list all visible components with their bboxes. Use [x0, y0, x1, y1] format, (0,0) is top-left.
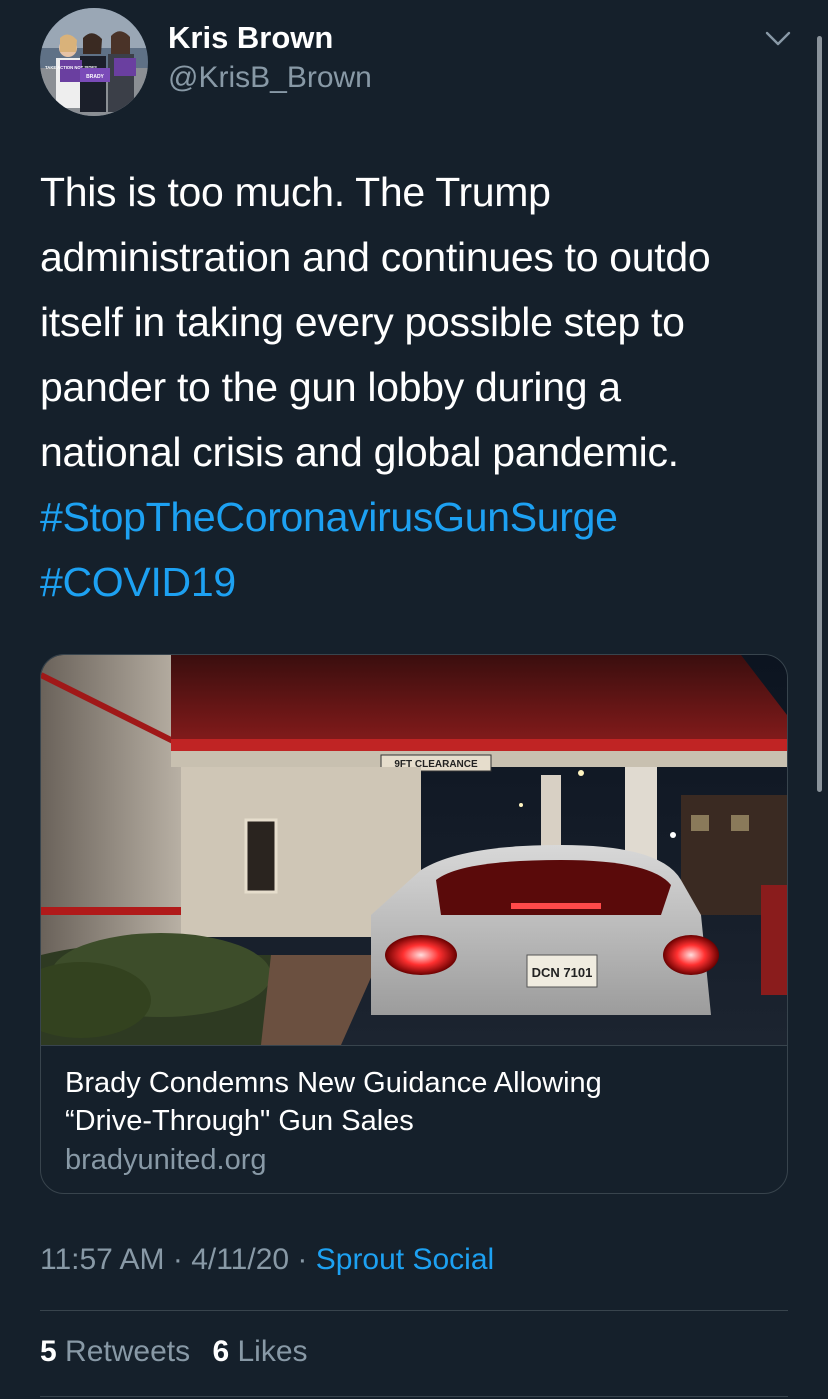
avatar[interactable]: TAKE ACTION NOT SIDES BRADY [40, 8, 148, 116]
card-image-plate: DCN 7101 [532, 965, 593, 980]
tweet-text: This is too much. The Trump administrati… [40, 160, 790, 615]
divider [40, 1310, 788, 1311]
meta-separator: · [164, 1243, 192, 1276]
tweet-stats: 5 Retweets 6 Likes [40, 1335, 322, 1369]
divider [40, 1396, 788, 1397]
tweet-source-link[interactable]: Sprout Social [316, 1243, 494, 1276]
likes-stat[interactable]: 6 Likes [212, 1335, 307, 1368]
tweet-text-line: pander to the gun lobby during a [40, 364, 621, 410]
hashtag-link[interactable]: #StopTheCoronavirusGunSurge [40, 485, 790, 550]
retweets-count: 5 [40, 1335, 57, 1368]
tweet-text-line: administration and continues to outdo [40, 234, 711, 280]
chevron-down-icon[interactable] [762, 24, 794, 52]
card-body: Brady Condemns New Guidance Allowing “Dr… [41, 1045, 787, 1179]
user-handle[interactable]: @KrisB_Brown [168, 61, 372, 95]
tweet-text-line: itself in taking every possible step to [40, 299, 685, 345]
card-title-line: “Drive-Through" Gun Sales [65, 1105, 414, 1137]
scrollbar[interactable] [817, 36, 822, 792]
avatar-photo: TAKE ACTION NOT SIDES BRADY [40, 8, 148, 116]
tweet-time[interactable]: 11:57 AM [40, 1243, 165, 1276]
card-title-line: Brady Condemns New Guidance Allowing [65, 1067, 602, 1099]
tweet-detail: TAKE ACTION NOT SIDES BRADY Kris Brown @… [0, 0, 828, 1399]
card-image: 9FT CLEARANCE DCN 7101 [41, 655, 787, 1045]
retweets-label: Retweets [65, 1335, 191, 1368]
card-title: Brady Condemns New Guidance Allowing “Dr… [65, 1064, 763, 1140]
retweets-stat[interactable]: 5 Retweets [40, 1335, 190, 1368]
tweet-meta: 11:57 AM · 4/11/20 · Sprout Social [40, 1243, 494, 1277]
tweet-date[interactable]: 4/11/20 [191, 1243, 289, 1276]
link-card[interactable]: 9FT CLEARANCE DCN 7101 Brady Condemns Ne… [40, 654, 788, 1194]
avatar-sign-brand: BRADY [86, 74, 104, 80]
tweet-text-line: national crisis and global pandemic. [40, 429, 679, 475]
card-domain: bradyunited.org [65, 1144, 267, 1176]
likes-label: Likes [237, 1335, 308, 1368]
tweet-text-line: This is too much. The Trump [40, 169, 551, 215]
display-name[interactable]: Kris Brown [168, 20, 333, 56]
meta-separator: · [289, 1243, 316, 1276]
hashtag-link[interactable]: #COVID19 [40, 550, 790, 615]
likes-count: 6 [212, 1335, 230, 1368]
